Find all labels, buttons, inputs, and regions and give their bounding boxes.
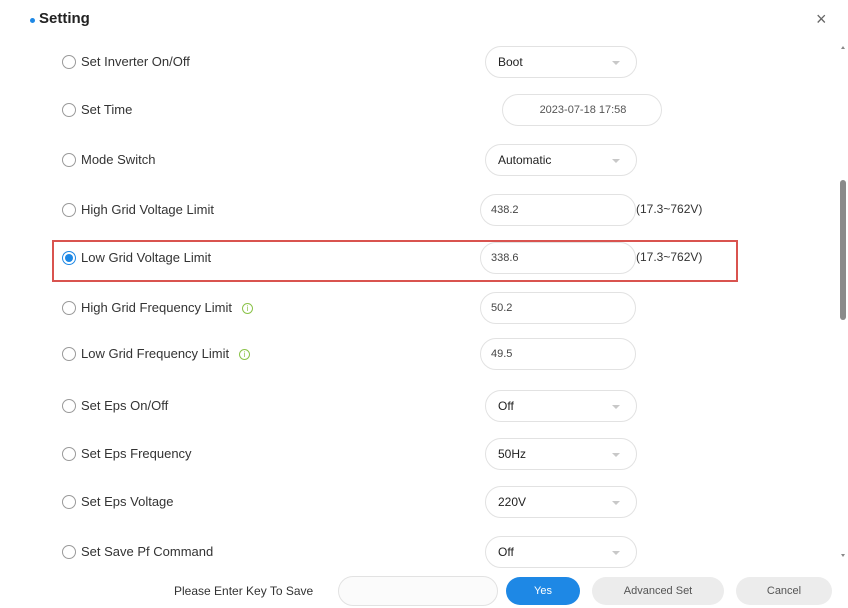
setting-row: Mode Switch Automatic — [0, 142, 840, 178]
select-value: Off — [498, 545, 514, 559]
key-input[interactable] — [338, 576, 498, 606]
select-value: 220V — [498, 495, 527, 509]
chevron-down-icon — [612, 453, 620, 457]
setting-label-text: Set Eps Frequency — [81, 446, 192, 461]
select-value: 50Hz — [498, 447, 527, 461]
scroll-thumb[interactable] — [840, 180, 846, 320]
setting-label-text: Set Inverter On/Off — [81, 54, 190, 69]
setting-label-text: Set Time — [81, 102, 133, 117]
setting-label-text: High Grid Frequency Limit — [81, 300, 232, 315]
setting-row: High Grid Frequency Limit i 50.2 — [0, 290, 840, 326]
setting-label: Set Inverter On/Off — [81, 54, 190, 69]
setting-label: High Grid Voltage Limit — [81, 202, 214, 217]
setting-row: Set Eps On/Off Off — [0, 388, 840, 424]
setting-radio[interactable] — [62, 55, 76, 69]
input-value: 49.5 — [491, 348, 513, 360]
setting-select[interactable]: Off — [485, 390, 637, 422]
setting-label-text: Mode Switch — [81, 152, 156, 167]
setting-radio[interactable] — [62, 347, 76, 361]
settings-list: Set Inverter On/Off Boot Set Time 2023-07-1… — [0, 38, 840, 568]
chevron-down-icon — [612, 405, 620, 409]
setting-input[interactable]: 438.2 — [480, 194, 636, 226]
setting-radio[interactable] — [62, 153, 76, 167]
cancel-button[interactable]: Cancel — [736, 577, 832, 605]
info-icon[interactable]: i — [242, 303, 253, 314]
setting-radio[interactable] — [62, 545, 76, 559]
input-value: 438.2 — [491, 204, 519, 216]
setting-radio[interactable] — [62, 399, 76, 413]
setting-radio[interactable] — [62, 447, 76, 461]
setting-row: Set Save Pf Command Off — [0, 534, 840, 568]
dialog-header: Setting × — [0, 0, 848, 40]
scrollbar[interactable] — [838, 40, 848, 568]
setting-label: Mode Switch — [81, 152, 155, 167]
range-hint: (17.3~762V) — [636, 202, 703, 216]
chevron-down-icon — [612, 61, 620, 65]
setting-label-text: Set Save Pf Command — [81, 544, 214, 559]
yes-button[interactable]: Yes — [506, 577, 580, 605]
setting-select[interactable]: Automatic — [485, 144, 637, 176]
setting-radio[interactable] — [62, 203, 76, 217]
setting-select[interactable]: Off — [485, 536, 637, 568]
setting-label: Set Eps Voltage — [81, 494, 174, 509]
chevron-down-icon — [612, 501, 620, 505]
setting-label: Set Eps On/Off — [81, 398, 168, 413]
setting-label-text: Low Grid Frequency Limit — [81, 346, 230, 361]
dialog-title: Setting — [39, 10, 90, 27]
setting-label: Set Eps Frequency — [81, 446, 192, 461]
setting-select[interactable]: 50Hz — [485, 438, 637, 470]
scroll-down-icon[interactable] — [841, 554, 845, 557]
highlight-box — [52, 240, 738, 282]
setting-row: Set Time 2023-07-18 17:58 — [0, 92, 840, 128]
key-label: Please Enter Key To Save — [174, 584, 314, 598]
setting-radio[interactable] — [62, 103, 76, 117]
setting-input[interactable]: 49.5 — [480, 338, 636, 370]
input-value: 50.2 — [491, 302, 513, 314]
setting-row: Set Eps Frequency 50Hz — [0, 436, 840, 472]
title-bullet — [30, 18, 35, 23]
setting-label: Set Time — [81, 102, 132, 117]
advanced-set-button[interactable]: Advanced Set — [592, 577, 724, 605]
select-value: Boot — [498, 55, 523, 69]
setting-row: Set Eps Voltage 220V — [0, 484, 840, 520]
dialog-footer: Please Enter Key To Save Yes Advanced Se… — [0, 568, 848, 608]
scroll-up-icon[interactable] — [841, 46, 845, 49]
select-value: Automatic — [498, 153, 552, 167]
time-value: 2023-07-18 17:58 — [539, 104, 627, 116]
time-field[interactable]: 2023-07-18 17:58 — [502, 94, 662, 126]
setting-label: Set Save Pf Command — [81, 544, 213, 559]
setting-radio[interactable] — [62, 495, 76, 509]
setting-radio[interactable] — [62, 301, 76, 315]
setting-label: High Grid Frequency Limit i — [81, 300, 253, 315]
info-icon[interactable]: i — [239, 349, 251, 360]
chevron-down-icon — [612, 551, 620, 555]
setting-select[interactable]: 220V — [485, 486, 637, 518]
setting-select[interactable]: Boot — [485, 46, 637, 78]
close-icon[interactable]: × — [816, 9, 827, 29]
setting-label: Low Grid Frequency Limit i — [81, 346, 251, 361]
setting-label-text: High Grid Voltage Limit — [81, 202, 214, 217]
chevron-down-icon — [612, 159, 620, 163]
setting-row: High Grid Voltage Limit 438.2 (17.3~762V) — [0, 192, 840, 228]
select-value: Off — [498, 399, 514, 413]
setting-label-text: Set Eps Voltage — [81, 494, 174, 509]
setting-input[interactable]: 50.2 — [480, 292, 636, 324]
setting-row: Set Inverter On/Off Boot — [0, 44, 840, 80]
setting-row: Low Grid Frequency Limit i 49.5 — [0, 336, 840, 372]
setting-label-text: Set Eps On/Off — [81, 398, 169, 413]
